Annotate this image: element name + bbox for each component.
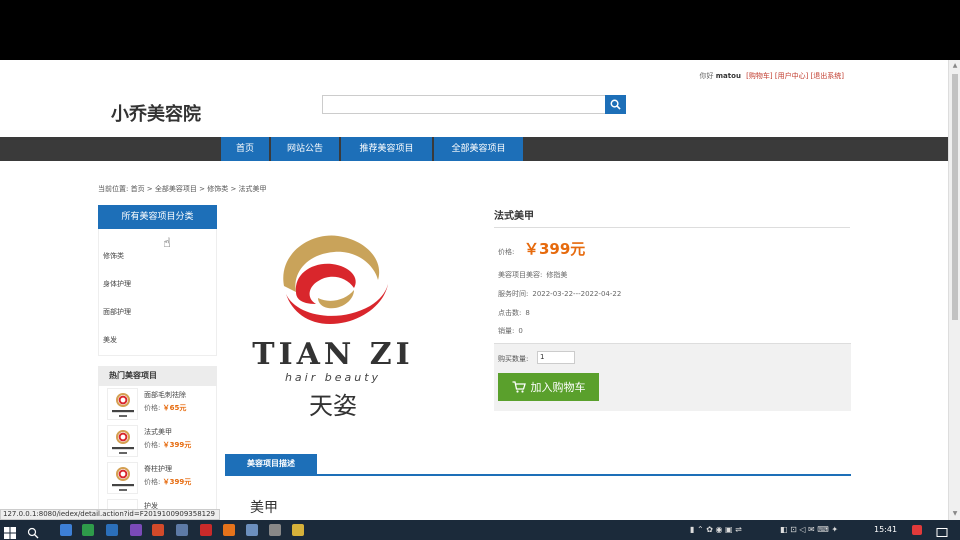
app-icon[interactable] [176,524,188,536]
folder-icon[interactable] [292,524,304,536]
hot-item[interactable]: 脊柱护理 价格: ￥399元 [107,462,215,496]
product-price: ￥399元 [524,240,586,258]
status-url: 127.0.0.1:8080/iedex/detail.action?id=F2… [0,509,220,520]
product-title: 法式美甲 [494,211,534,222]
hot-item-name: 面部毛刺祛除 [144,391,186,399]
app-icon[interactable] [269,524,281,536]
hot-item-price: 价格: ￥399元 [144,441,192,449]
buy-box: 购买数量: 1 加入购物车 [494,343,851,411]
app-icon[interactable] [152,524,164,536]
vertical-scrollbar[interactable]: ▲ ▼ [948,60,960,520]
user-links[interactable]: [购物车] [用户中心] [退出系统] [746,72,844,80]
beautician-link[interactable]: 修指美 [546,271,567,279]
hot-item[interactable]: 法式美甲 价格: ￥399元 [107,425,215,459]
description-divider [225,474,851,476]
app-icon[interactable] [130,524,142,536]
hot-item-name: 法式美甲 [144,428,172,436]
product-brand-sub: hair beauty [285,371,381,384]
nav-announcements[interactable]: 网站公告 [271,137,339,161]
category-item[interactable]: 面部护理 [103,307,131,317]
add-to-cart-label: 加入购物车 [530,381,586,394]
hot-item[interactable]: 面部毛刺祛除 价格: ￥65元 [107,388,215,422]
username: matou [715,72,741,80]
screen: { "topbar": { "greeting": "你好", "usernam… [0,0,960,540]
scrollbar-thumb[interactable] [952,74,958,320]
hot-item-thumbnail [107,425,138,457]
hot-item-price: 价格: ￥65元 [144,404,187,412]
sales-row: 销量: 0 [498,327,523,335]
nav-home[interactable]: 首页 [221,137,269,161]
add-to-cart-button[interactable]: 加入购物车 [498,373,599,401]
taskbar: ▮ ⌃ ✿ ◉ ▣ ⇌ ◧ ⊡ ◁ ✉ ⌨ ✦ 15:41 [0,520,960,540]
category-item[interactable]: 美发 [103,335,117,345]
beautician-row: 美容项目美容: 修指美 [498,271,568,279]
hot-item-price: 价格: ￥399元 [144,478,192,486]
search-button[interactable] [605,95,626,114]
product-brand-cn: 天姿 [309,392,357,420]
search-taskbar-icon[interactable] [27,524,39,539]
product-brand-text: TIAN ZI [252,337,413,372]
search-icon [610,99,621,110]
top-user-bar: 你好 matou [购物车] [用户中心] [退出系统] [700,71,844,81]
action-center-icon[interactable] [936,524,948,537]
hot-item-name: 脊柱护理 [144,465,172,473]
category-item[interactable]: 修饰类 [103,251,124,261]
hot-title: 热门美容项目 [98,366,217,386]
product-image: TIAN ZI hair beauty 天姿 [252,235,413,420]
clock[interactable]: 15:41 [874,525,897,534]
tray-icons[interactable]: ▮ ⌃ ✿ ◉ ▣ ⇌ [690,525,742,534]
price-label: 价格: [498,248,515,256]
description-tab[interactable]: 美容项目描述 [225,454,317,474]
description-text: 美甲 [250,500,278,516]
divider [494,227,850,228]
search-input[interactable] [322,95,606,114]
wechat-icon[interactable] [82,524,94,536]
category-item[interactable]: 身体护理 [103,279,131,289]
web-page: 你好 matou [购物车] [用户中心] [退出系统] 小乔美容院 首页 网站… [0,60,948,520]
windows-start-icon[interactable] [4,524,16,539]
nav-all-projects[interactable]: 全部美容项目 [434,137,523,161]
scroll-down-icon[interactable]: ▼ [951,510,959,518]
app-icon[interactable] [200,524,212,536]
service-time-row: 服务时间: 2022-03-22---2022-04-22 [498,290,622,298]
hot-item-thumbnail [107,462,138,494]
cart-icon [512,381,526,393]
category-list: 修饰类 身体护理 面部护理 美发 [98,229,217,356]
clicks-row: 点击数: 8 [498,309,530,317]
main-nav: 首页 网站公告 推荐美容项目 全部美容项目 [0,137,948,161]
site-logo[interactable]: 小乔美容院 [111,100,201,126]
hot-item-thumbnail [107,388,138,420]
hot-list: 面部毛刺祛除 价格: ￥65元 法式美甲 价格: ￥399元 脊柱护理 价格: … [98,386,217,520]
hand-cursor-icon: ☝ [163,236,171,251]
category-title: 所有美容项目分类 [98,205,217,229]
app-icon[interactable] [106,524,118,536]
chrome-icon[interactable] [60,524,72,536]
quantity-label: 购买数量: [498,355,529,363]
firefox-icon[interactable] [223,524,235,536]
greeting-text: 你好 [699,72,714,80]
breadcrumb: 当前位置: 首页 > 全部美容项目 > 修饰类 > 法式美甲 [98,185,267,193]
tray-system-icons[interactable]: ◧ ⊡ ◁ ✉ ⌨ ✦ [780,525,838,534]
notification-icon[interactable] [912,525,922,535]
nav-recommended[interactable]: 推荐美容项目 [341,137,432,161]
quantity-input[interactable]: 1 [537,351,575,364]
app-icon[interactable] [246,524,258,536]
scroll-up-icon[interactable]: ▲ [951,62,959,70]
